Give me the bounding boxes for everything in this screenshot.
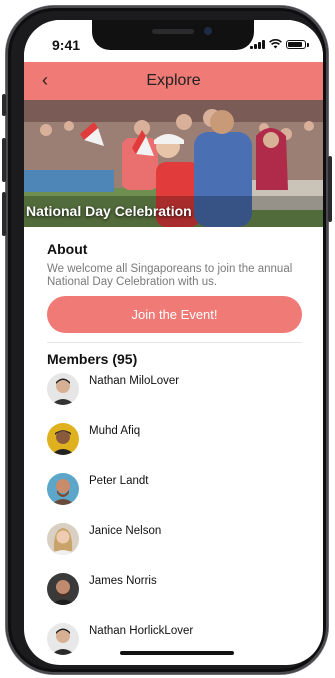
about-description: We welcome all Singaporeans to join the … <box>47 263 293 288</box>
volume-down-button <box>2 192 6 236</box>
about-heading: About <box>47 241 88 257</box>
volume-up-button <box>2 138 6 182</box>
member-name: Muhd Afiq <box>89 425 141 437</box>
wifi-icon <box>269 39 282 49</box>
avatar <box>47 423 79 455</box>
member-name: Janice Nelson <box>89 525 162 537</box>
member-name: James Norris <box>89 575 157 587</box>
list-item[interactable]: James Norris <box>47 573 302 607</box>
status-bar: 9:41 <box>24 20 323 62</box>
list-item[interactable]: Muhd Afiq <box>47 423 302 457</box>
avatar <box>47 523 79 555</box>
avatar <box>47 373 79 405</box>
speaker-grille <box>152 29 194 34</box>
avatar <box>47 573 79 605</box>
home-indicator[interactable] <box>120 651 234 655</box>
event-title: National Day Celebration <box>26 203 192 219</box>
member-name: Nathan HorlickLover <box>89 625 194 637</box>
nav-bar: ‹ Explore <box>24 62 323 100</box>
front-camera <box>204 27 212 35</box>
battery-icon <box>286 40 306 49</box>
event-banner-image: National Day Celebration <box>24 100 323 227</box>
member-name: Peter Landt <box>89 475 149 487</box>
member-name: Nathan MiloLover <box>89 375 180 387</box>
list-item[interactable]: Janice Nelson <box>47 523 302 557</box>
status-icons <box>250 39 309 49</box>
divider <box>47 342 302 343</box>
mute-switch <box>2 94 6 116</box>
page-title: Explore <box>146 72 201 89</box>
power-button <box>328 156 332 222</box>
avatar <box>47 473 79 505</box>
screen: 9:41 ‹ Explore National Day Celebration … <box>24 20 323 665</box>
members-heading: Members (95) <box>47 351 138 367</box>
list-item[interactable]: Nathan MiloLover <box>47 373 302 407</box>
notch <box>92 20 254 50</box>
signal-icon <box>250 40 265 49</box>
status-time: 9:41 <box>52 37 81 53</box>
list-item[interactable]: Peter Landt <box>47 473 302 507</box>
avatar <box>47 623 79 655</box>
join-event-button[interactable]: Join the Event! <box>47 296 302 333</box>
